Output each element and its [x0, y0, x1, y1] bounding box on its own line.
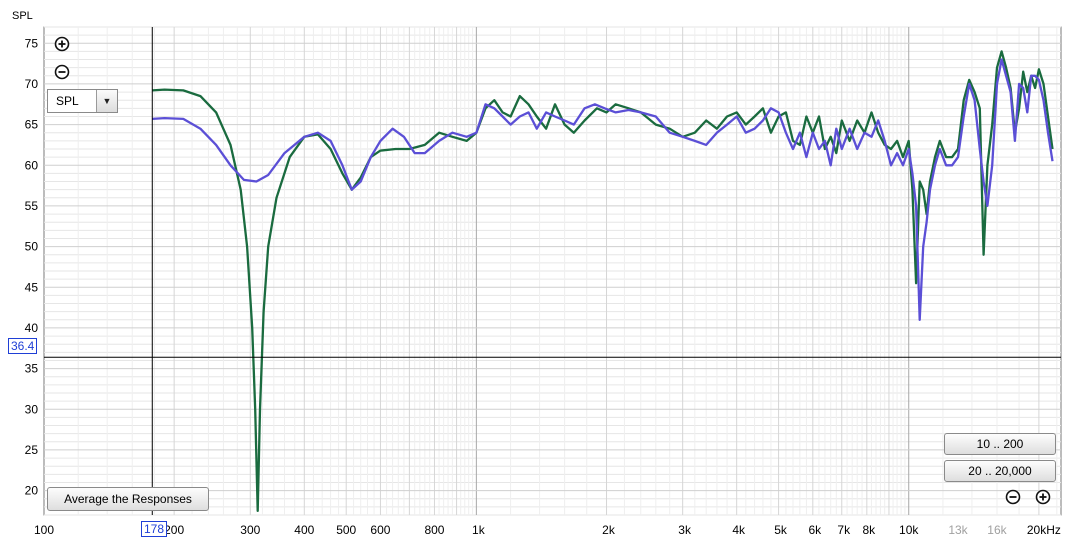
chevron-down-icon[interactable]: ▼	[96, 90, 117, 112]
range-20-20000-button[interactable]: 20 .. 20,000	[944, 460, 1056, 482]
spl-select-value: SPL	[56, 94, 79, 108]
y-tick-label: 40	[25, 321, 39, 335]
zoom-in-icon[interactable]	[54, 36, 70, 52]
spl-chart[interactable]: 75 70 65 60 55 50 45 40 35 30 25 20 100 200 300 400 500…	[0, 0, 1087, 547]
x-tick-label: 200	[164, 523, 184, 537]
x-tick-label: 5k	[774, 523, 788, 537]
y-tick-label: 25	[25, 443, 39, 457]
zoom-in-icon[interactable]	[1035, 489, 1051, 505]
zoom-out-icon[interactable]	[1005, 489, 1021, 505]
x-tick-label: 600	[370, 523, 390, 537]
x-tick-label: 6k	[808, 523, 822, 537]
cursor-y-readout: 36.4	[8, 338, 38, 354]
x-tick-label: 100	[34, 523, 54, 537]
y-tick-label: 20	[25, 484, 39, 498]
y-axis-title: SPL	[12, 10, 33, 22]
y-tick-label: 60	[25, 158, 39, 172]
x-tick-label: 2k	[602, 523, 616, 537]
y-tick-label: 50	[25, 240, 39, 254]
x-tick-label: 400	[294, 523, 314, 537]
x-tick-label: 800	[424, 523, 444, 537]
x-tick-label: 8k	[862, 523, 876, 537]
y-tick-label: 75	[25, 36, 39, 50]
x-tick-label: 16k	[987, 523, 1007, 537]
x-tick-label: 10k	[899, 523, 919, 537]
x-tick-label: 20kHz	[1027, 523, 1061, 537]
x-tick-label: 500	[336, 523, 356, 537]
zoom-out-icon[interactable]	[54, 64, 70, 80]
y-tick-label: 70	[25, 77, 39, 91]
x-tick-label: 1k	[472, 523, 486, 537]
average-responses-button[interactable]: Average the Responses	[47, 487, 209, 511]
y-tick-label: 55	[25, 199, 39, 213]
x-tick-label: 3k	[678, 523, 692, 537]
y-tick-label: 65	[25, 118, 39, 132]
cursor-x-readout: 178	[141, 521, 168, 537]
y-tick-label: 45	[25, 280, 39, 294]
x-tick-label: 13k	[948, 523, 968, 537]
y-tick-label: 30	[25, 402, 39, 416]
y-tick-label: 35	[25, 362, 39, 376]
x-tick-label: 7k	[837, 523, 851, 537]
spl-select[interactable]: SPL ▼	[47, 89, 118, 113]
x-tick-label: 4k	[732, 523, 746, 537]
x-tick-label: 300	[240, 523, 260, 537]
range-10-200-button[interactable]: 10 .. 200	[944, 433, 1056, 455]
